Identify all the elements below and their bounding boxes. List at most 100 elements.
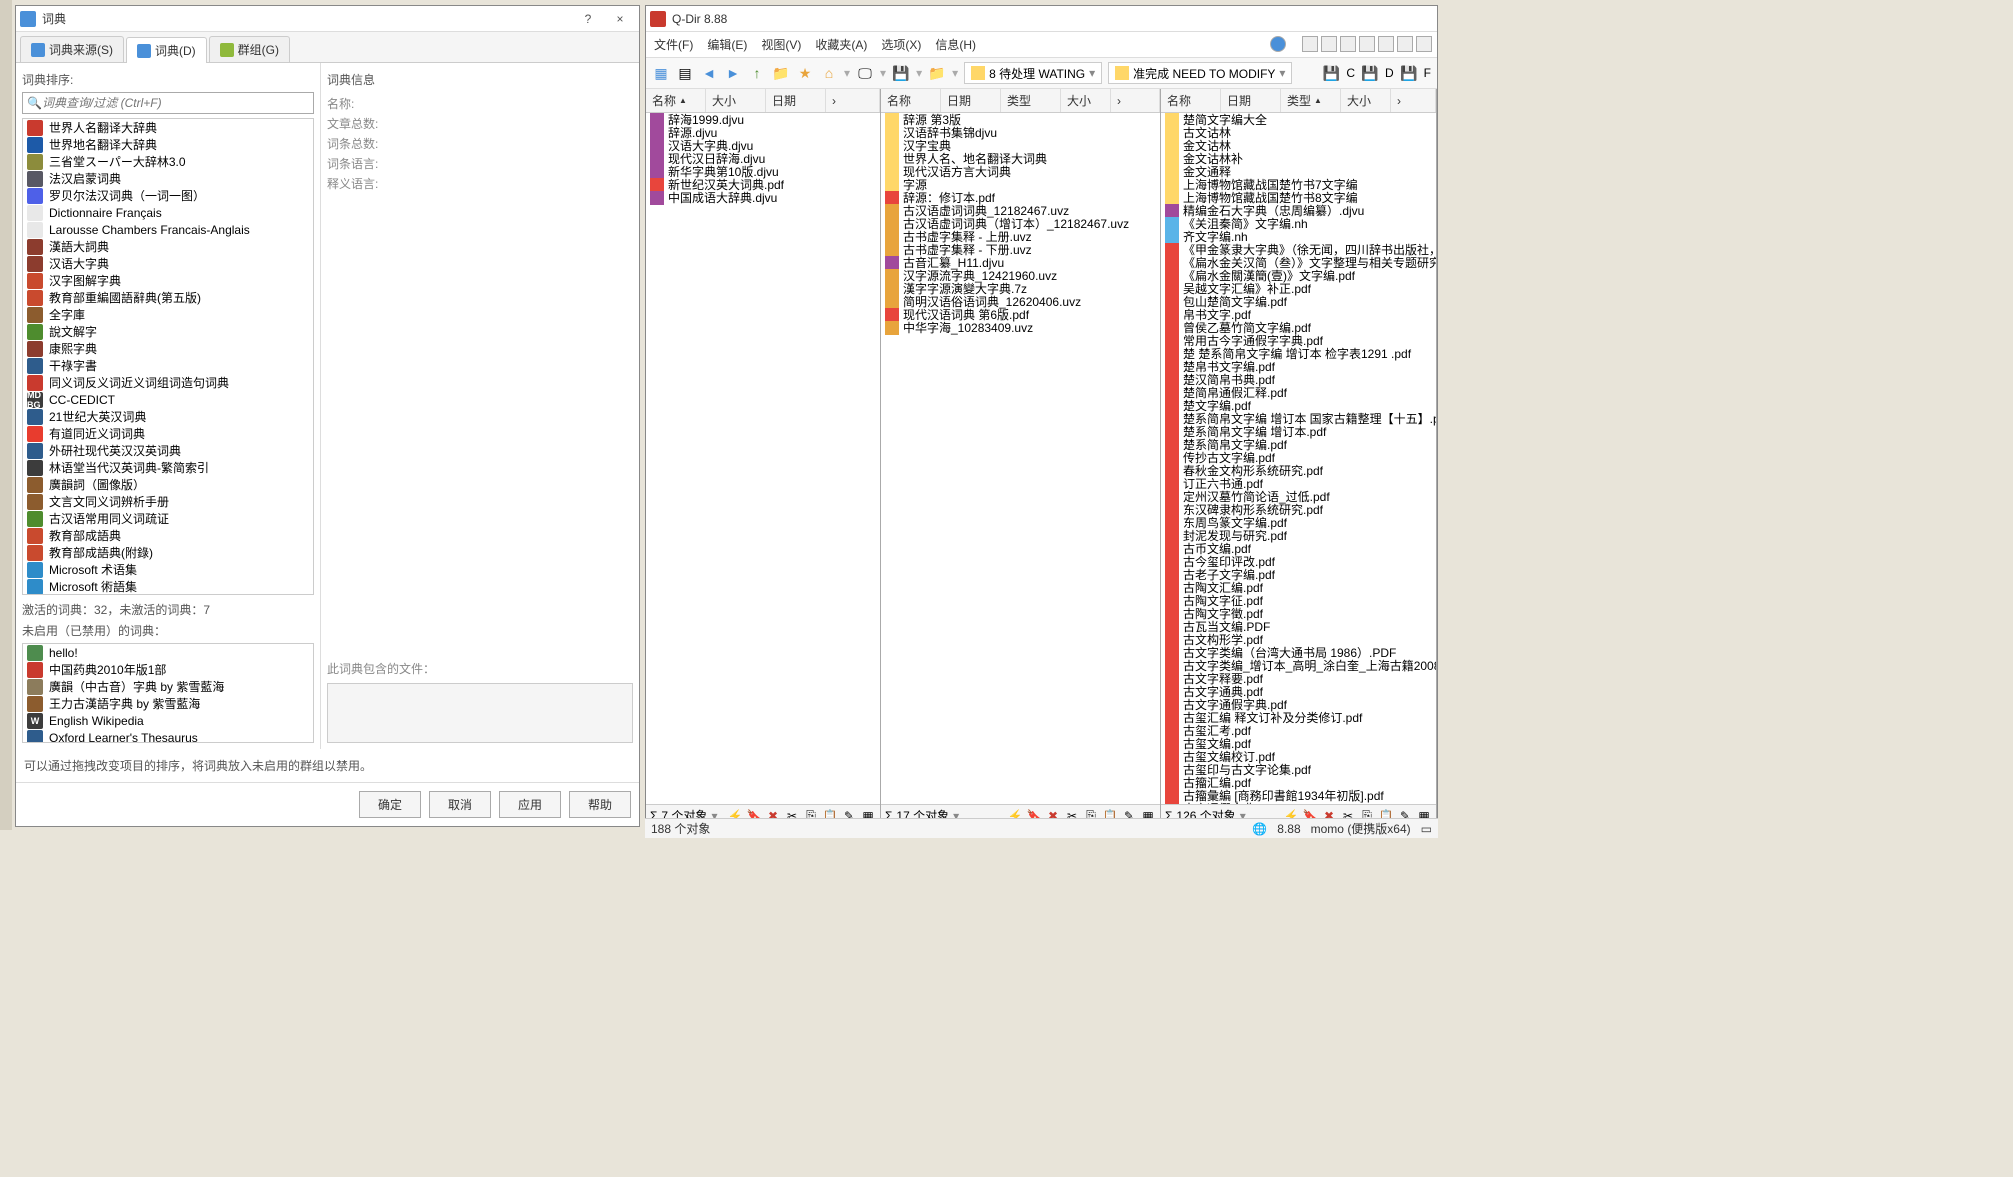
dict-item[interactable]: 文言文同义词辨析手册 bbox=[23, 493, 313, 510]
monitor-icon[interactable]: 🖵 bbox=[856, 64, 874, 82]
globe-icon[interactable] bbox=[1270, 36, 1286, 52]
dict-item-disabled[interactable]: 中国药典2010年版1部 bbox=[23, 661, 313, 678]
layout-2[interactable] bbox=[1321, 36, 1337, 52]
dict-item[interactable]: 說文解字 bbox=[23, 323, 313, 340]
col-more[interactable]: › bbox=[1111, 89, 1160, 112]
dict-item-disabled[interactable]: hello! bbox=[23, 644, 313, 661]
layout-1[interactable] bbox=[1302, 36, 1318, 52]
menu-item[interactable]: 选项(X) bbox=[881, 36, 921, 53]
unactive-dictionary-list[interactable]: hello!中国药典2010年版1部廣韻（中古音）字典 by 紫雪藍海王力古漢語… bbox=[22, 643, 314, 743]
dict-item[interactable]: 廣韻詞（圖像版） bbox=[23, 476, 313, 493]
file-row[interactable]: 中国成语大辞典.djvu bbox=[646, 191, 880, 204]
menu-item[interactable]: 收藏夹(A) bbox=[815, 36, 867, 53]
dict-item[interactable]: 世界人名翻译大辞典 bbox=[23, 119, 313, 136]
pane-2: 名称 日期 类型 大小 › 辞源 第3版汉语辞书集锦djvu汉字宝典世界人名、地… bbox=[881, 89, 1161, 826]
dict-item[interactable]: 全字庫 bbox=[23, 306, 313, 323]
col-name[interactable]: 名称 bbox=[881, 89, 941, 112]
dict-item[interactable]: Dictionnaire Français bbox=[23, 204, 313, 221]
dict-item[interactable]: 有道同近义词词典 bbox=[23, 425, 313, 442]
dict-item[interactable]: 汉语大字典 bbox=[23, 255, 313, 272]
folder2-icon[interactable]: 📁 bbox=[928, 64, 946, 82]
dict-item-disabled[interactable]: WEnglish Wikipedia bbox=[23, 712, 313, 729]
menu-item[interactable]: 视图(V) bbox=[761, 36, 801, 53]
pane2-filelist[interactable]: 辞源 第3版汉语辞书集锦djvu汉字宝典世界人名、地名翻译大词典现代汉语方言大词… bbox=[881, 113, 1160, 804]
close-button[interactable]: × bbox=[605, 9, 635, 29]
col-date[interactable]: 日期 bbox=[766, 89, 826, 112]
dict-item-disabled[interactable]: Oxford Learner's Thesaurus bbox=[23, 729, 313, 743]
help-button[interactable]: ? bbox=[573, 9, 603, 29]
col-size[interactable]: 大小 bbox=[1061, 89, 1111, 112]
pane1-filelist[interactable]: 辞海1999.djvu辞源.djvu汉语大字典.djvu现代汉日辞海.djvu新… bbox=[646, 113, 880, 804]
col-name[interactable]: 名称 bbox=[1161, 89, 1221, 112]
dict-item[interactable]: 三省堂スーパー大辞林3.0 bbox=[23, 153, 313, 170]
dict-item[interactable]: Microsoft 術語集 bbox=[23, 578, 313, 595]
drive-c[interactable]: 💾 bbox=[1322, 64, 1340, 82]
search-input[interactable] bbox=[42, 96, 309, 110]
col-more[interactable]: › bbox=[1391, 89, 1436, 112]
pane3-filelist[interactable]: 楚简文字编大全古文诂林金文诂林金文诂林补金文通释上海博物馆藏战国楚竹书7文字编上… bbox=[1161, 113, 1436, 804]
dict-item[interactable]: 世界地名翻译大辞典 bbox=[23, 136, 313, 153]
dict-item[interactable]: 康熙字典 bbox=[23, 340, 313, 357]
col-type[interactable]: 类型 bbox=[1001, 89, 1061, 112]
layout-7[interactable] bbox=[1416, 36, 1432, 52]
info-row: 名称: bbox=[327, 95, 633, 112]
help-button[interactable]: 帮助 bbox=[569, 791, 631, 818]
up-icon[interactable]: ↑ bbox=[748, 64, 766, 82]
forward-icon[interactable]: ► bbox=[724, 64, 742, 82]
col-date[interactable]: 日期 bbox=[1221, 89, 1281, 112]
tab-groups[interactable]: 群组(G) bbox=[209, 36, 290, 62]
dict-item[interactable]: 教育部成語典 bbox=[23, 527, 313, 544]
drive-d[interactable]: 💾 bbox=[1361, 64, 1379, 82]
view-icon[interactable]: ▦ bbox=[652, 64, 670, 82]
dict-item[interactable]: 罗贝尔法汉词典（一词一图） bbox=[23, 187, 313, 204]
back-icon[interactable]: ◄ bbox=[700, 64, 718, 82]
drive-f[interactable]: 💾 bbox=[1400, 64, 1418, 82]
layout-6[interactable] bbox=[1397, 36, 1413, 52]
col-more[interactable]: › bbox=[826, 89, 880, 112]
address-bar-waiting[interactable]: 8 待处理 WATING ▾ bbox=[964, 62, 1102, 84]
col-size[interactable]: 大小 bbox=[1341, 89, 1391, 112]
cancel-button[interactable]: 取消 bbox=[429, 791, 491, 818]
fav-icon[interactable]: ★ bbox=[796, 64, 814, 82]
dict-item[interactable]: 21世纪大英汉词典 bbox=[23, 408, 313, 425]
apply-button[interactable]: 应用 bbox=[499, 791, 561, 818]
dict-item-disabled[interactable]: 廣韻（中古音）字典 by 紫雪藍海 bbox=[23, 678, 313, 695]
dict-item[interactable]: 教育部成語典(附錄) bbox=[23, 544, 313, 561]
ok-button[interactable]: 确定 bbox=[359, 791, 421, 818]
col-name[interactable]: 名称▲ bbox=[646, 89, 706, 112]
layout-4[interactable] bbox=[1359, 36, 1375, 52]
home-icon[interactable]: ⌂ bbox=[820, 64, 838, 82]
dict-item[interactable]: 古汉语常用同义词疏证 bbox=[23, 510, 313, 527]
dict-item[interactable]: MD BGCC-CEDICT bbox=[23, 391, 313, 408]
folder-icon[interactable]: 📁 bbox=[772, 64, 790, 82]
globe-icon[interactable]: 🌐 bbox=[1252, 822, 1267, 836]
dict-item[interactable]: 汉字图解字典 bbox=[23, 272, 313, 289]
dict-item[interactable]: Larousse Chambers Francais-Anglais bbox=[23, 221, 313, 238]
dict-item[interactable]: 干祿字書 bbox=[23, 357, 313, 374]
menu-item[interactable]: 文件(F) bbox=[654, 36, 693, 53]
dict-item[interactable]: 外研社现代英汉汉英词典 bbox=[23, 442, 313, 459]
dict-item-disabled[interactable]: 王力古漢語字典 by 紫雪藍海 bbox=[23, 695, 313, 712]
dictionary-list[interactable]: 世界人名翻译大辞典世界地名翻译大辞典三省堂スーパー大辞林3.0法汉启蒙词典罗贝尔… bbox=[22, 118, 314, 595]
menu-item[interactable]: 编辑(E) bbox=[707, 36, 747, 53]
disk-icon[interactable]: 💾 bbox=[892, 64, 910, 82]
tray-icon[interactable]: ▭ bbox=[1421, 822, 1432, 836]
dict-item[interactable]: Microsoft 术语集 bbox=[23, 561, 313, 578]
col-date[interactable]: 日期 bbox=[941, 89, 1001, 112]
file-row[interactable]: 中华字海_10283409.uvz bbox=[881, 321, 1160, 334]
tab-sources[interactable]: 词典来源(S) bbox=[20, 36, 124, 62]
view-list-icon[interactable]: ▤ bbox=[676, 64, 694, 82]
dict-item[interactable]: 林语堂当代汉英词典-繁简索引 bbox=[23, 459, 313, 476]
dict-item[interactable]: 法汉启蒙词典 bbox=[23, 170, 313, 187]
address-bar-modify[interactable]: 准完成 NEED TO MODIFY ▾ bbox=[1108, 62, 1292, 84]
layout-3[interactable] bbox=[1340, 36, 1356, 52]
col-size[interactable]: 大小 bbox=[706, 89, 766, 112]
tab-dicts[interactable]: 词典(D) bbox=[126, 37, 207, 63]
dict-item[interactable]: 漢語大詞典 bbox=[23, 238, 313, 255]
layout-5[interactable] bbox=[1378, 36, 1394, 52]
search-box[interactable]: 🔍 bbox=[22, 92, 314, 114]
menu-item[interactable]: 信息(H) bbox=[935, 36, 976, 53]
col-type[interactable]: 类型▲ bbox=[1281, 89, 1341, 112]
dict-item[interactable]: 教育部重編國語辭典(第五版) bbox=[23, 289, 313, 306]
dict-item[interactable]: 同义词反义词近义词组词造句词典 bbox=[23, 374, 313, 391]
